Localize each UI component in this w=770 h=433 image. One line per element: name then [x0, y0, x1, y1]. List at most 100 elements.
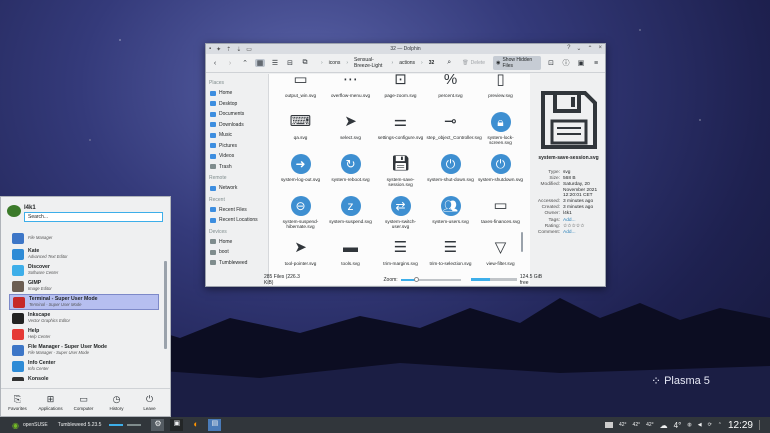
clipboard-icon[interactable]: [604, 422, 613, 428]
app-list-item[interactable]: Info Center Info Center: [9, 358, 159, 374]
file-item[interactable]: ⇄ system-switch-user.svg: [376, 192, 425, 234]
terminal-icon[interactable]: ▣: [576, 59, 586, 67]
breadcrumb-item[interactable]: icons: [329, 60, 341, 66]
zoom-slider[interactable]: [400, 276, 461, 282]
scrollbar-thumb[interactable]: [164, 261, 167, 349]
app-list-item[interactable]: Terminal - Super User Mode Terminal - Sup…: [9, 294, 159, 310]
place-documents[interactable]: Documents: [208, 109, 265, 120]
file-item[interactable]: 🔒︎ system-lock-screen.svg: [476, 108, 525, 150]
app-list-item[interactable]: Help Help Center: [9, 326, 159, 342]
place-network[interactable]: Network: [208, 183, 265, 194]
meta-value[interactable]: ☆☆☆☆☆: [563, 224, 601, 229]
file-item[interactable]: ▯ preview.svg: [476, 74, 525, 108]
place-downloads[interactable]: Downloads: [208, 120, 265, 131]
delete-button[interactable]: 🗑︎ Delete: [459, 59, 488, 67]
window-titlebar[interactable]: ▪ ✦ ⇡ ⇣ ▭ 32 — Dolphin ? ⌄ ⌃ ×: [206, 44, 605, 54]
file-item[interactable]: ☰ trim-to-selection.svg: [426, 234, 475, 276]
file-view-scrollbar[interactable]: [520, 77, 524, 282]
terminal-task-icon[interactable]: ▣: [170, 419, 184, 431]
file-item[interactable]: ➤ tool-pointer.svg: [276, 234, 325, 276]
file-item[interactable]: ▭ output_win.svg: [276, 74, 325, 108]
details-view-icon[interactable]: ⊟: [285, 59, 295, 67]
app-list-item[interactable]: GIMP Image Editor: [9, 278, 159, 294]
dolphin-task-icon[interactable]: ▤: [208, 419, 222, 431]
pager-desktop[interactable]: [127, 424, 142, 426]
file-item[interactable]: ▭ taxes-finances.svg: [476, 192, 525, 234]
file-view[interactable]: ▭ output_win.svg ⋯ overflow-menu.svg ⊡ page-z…: [268, 74, 530, 285]
info-panel-icon[interactable]: ⓘ: [561, 58, 571, 68]
maximize-icon[interactable]: ⌃: [587, 45, 592, 52]
file-item[interactable]: ➤ select.svg: [326, 108, 375, 150]
icons-view-icon[interactable]: ▦: [255, 59, 265, 67]
file-item[interactable]: ➜ system-log-out.svg: [276, 150, 325, 192]
file-item[interactable]: 👥︎ system-users.svg: [426, 192, 475, 234]
network-icon[interactable]: ◍: [687, 422, 691, 428]
updates-icon[interactable]: ⟳: [708, 422, 712, 428]
help-icon[interactable]: ?: [567, 45, 570, 52]
breadcrumb-item[interactable]: Sensual-Breeze-Light: [354, 57, 385, 69]
place-pictures[interactable]: Pictures: [208, 141, 265, 152]
file-item[interactable]: ⏻ system-shutdown.svg: [476, 150, 525, 192]
avatar[interactable]: [7, 204, 21, 217]
app-list-item[interactable]: File Manager - Super User Mode File Manag…: [9, 342, 159, 358]
weather-temp[interactable]: 4°: [674, 421, 682, 430]
pager[interactable]: [109, 424, 142, 426]
place-desktop[interactable]: Desktop: [208, 99, 265, 110]
file-item[interactable]: ⚌ settings-configure.svg: [376, 108, 425, 150]
place-recent-locations[interactable]: Recent Locations: [208, 215, 265, 226]
file-item[interactable]: 💾︎ system-save-session.svg: [376, 150, 425, 192]
tab-applications[interactable]: ⊞ Applications: [34, 389, 67, 416]
file-item[interactable]: ⊸ step_object_Controller.svg: [426, 108, 482, 150]
app-list-scrollbar[interactable]: [164, 235, 167, 385]
file-item[interactable]: ↻ system-reboot.svg: [326, 150, 375, 192]
scrollbar-thumb[interactable]: [521, 232, 523, 252]
minimize-icon[interactable]: ⌄: [576, 45, 581, 52]
file-item[interactable]: ⋯ overflow-menu.svg: [326, 74, 375, 108]
meta-value[interactable]: Add...: [563, 230, 601, 235]
app-list-item[interactable]: Discover Software Center: [9, 262, 159, 278]
tab-leave[interactable]: ⏻ Leave: [133, 389, 166, 416]
app-list-item[interactable]: File Manager: [9, 230, 159, 246]
file-item[interactable]: ⌨ qa.svg: [276, 108, 325, 150]
tab-favorites[interactable]: ⎘ Favorites: [1, 389, 34, 416]
place-music[interactable]: Music: [208, 130, 265, 141]
search-input[interactable]: Search...: [24, 212, 163, 222]
device-boot[interactable]: boot: [208, 247, 265, 258]
search-icon[interactable]: ⌕: [444, 59, 454, 67]
device-tumbleweed[interactable]: Tumbleweed: [208, 258, 265, 269]
forward-icon[interactable]: ›: [225, 60, 235, 67]
breadcrumb-current[interactable]: 32: [429, 60, 435, 66]
file-item[interactable]: z system-suspend.svg: [326, 192, 375, 234]
place-trash[interactable]: Trash: [208, 162, 265, 173]
back-icon[interactable]: ‹: [210, 60, 220, 67]
place-recent-files[interactable]: Recent Files: [208, 205, 265, 216]
place-home[interactable]: Home: [208, 88, 265, 99]
file-item[interactable]: ⊡ page-zoom.svg: [376, 74, 425, 108]
weather-icon[interactable]: ☁: [660, 421, 668, 430]
up-icon[interactable]: ⌃: [240, 59, 250, 67]
file-item[interactable]: ▬ tools.svg: [326, 234, 375, 276]
place-videos[interactable]: Videos: [208, 151, 265, 162]
close-icon[interactable]: ×: [598, 45, 602, 52]
file-item[interactable]: % percent.svg: [426, 74, 475, 108]
compact-view-icon[interactable]: ☰: [270, 59, 280, 67]
start-button[interactable]: ◉ openSUSE: [12, 421, 48, 430]
show-hidden-files-button[interactable]: ◉ Show Hidden Files: [493, 56, 541, 70]
show-desktop-icon[interactable]: [759, 420, 767, 430]
file-item[interactable]: ▽ view-filter.svg: [476, 234, 525, 276]
tab-computer[interactable]: ▭ Computer: [67, 389, 100, 416]
preview-toggle-icon[interactable]: ⊡: [546, 59, 556, 67]
file-item[interactable]: ⏻ system-shut-down.svg: [426, 150, 475, 192]
meta-value[interactable]: Add...: [563, 218, 601, 223]
file-item[interactable]: ⊖ system-suspend-hibernate.svg: [276, 192, 325, 234]
firefox-task-icon[interactable]: ◐: [189, 419, 202, 431]
temp-sensor[interactable]: 42°: [646, 422, 654, 428]
volume-icon[interactable]: ◀: [698, 422, 702, 428]
pager-desktop[interactable]: [109, 424, 124, 426]
temp-sensor[interactable]: 42°: [619, 422, 627, 428]
breadcrumb-item[interactable]: actions: [399, 60, 415, 66]
file-item[interactable]: ☰ trim-margins.svg: [376, 234, 425, 276]
clock[interactable]: 12:29: [728, 420, 753, 431]
device-home[interactable]: Home: [208, 237, 265, 248]
app-list-item[interactable]: Kate Advanced Text Editor: [9, 246, 159, 262]
